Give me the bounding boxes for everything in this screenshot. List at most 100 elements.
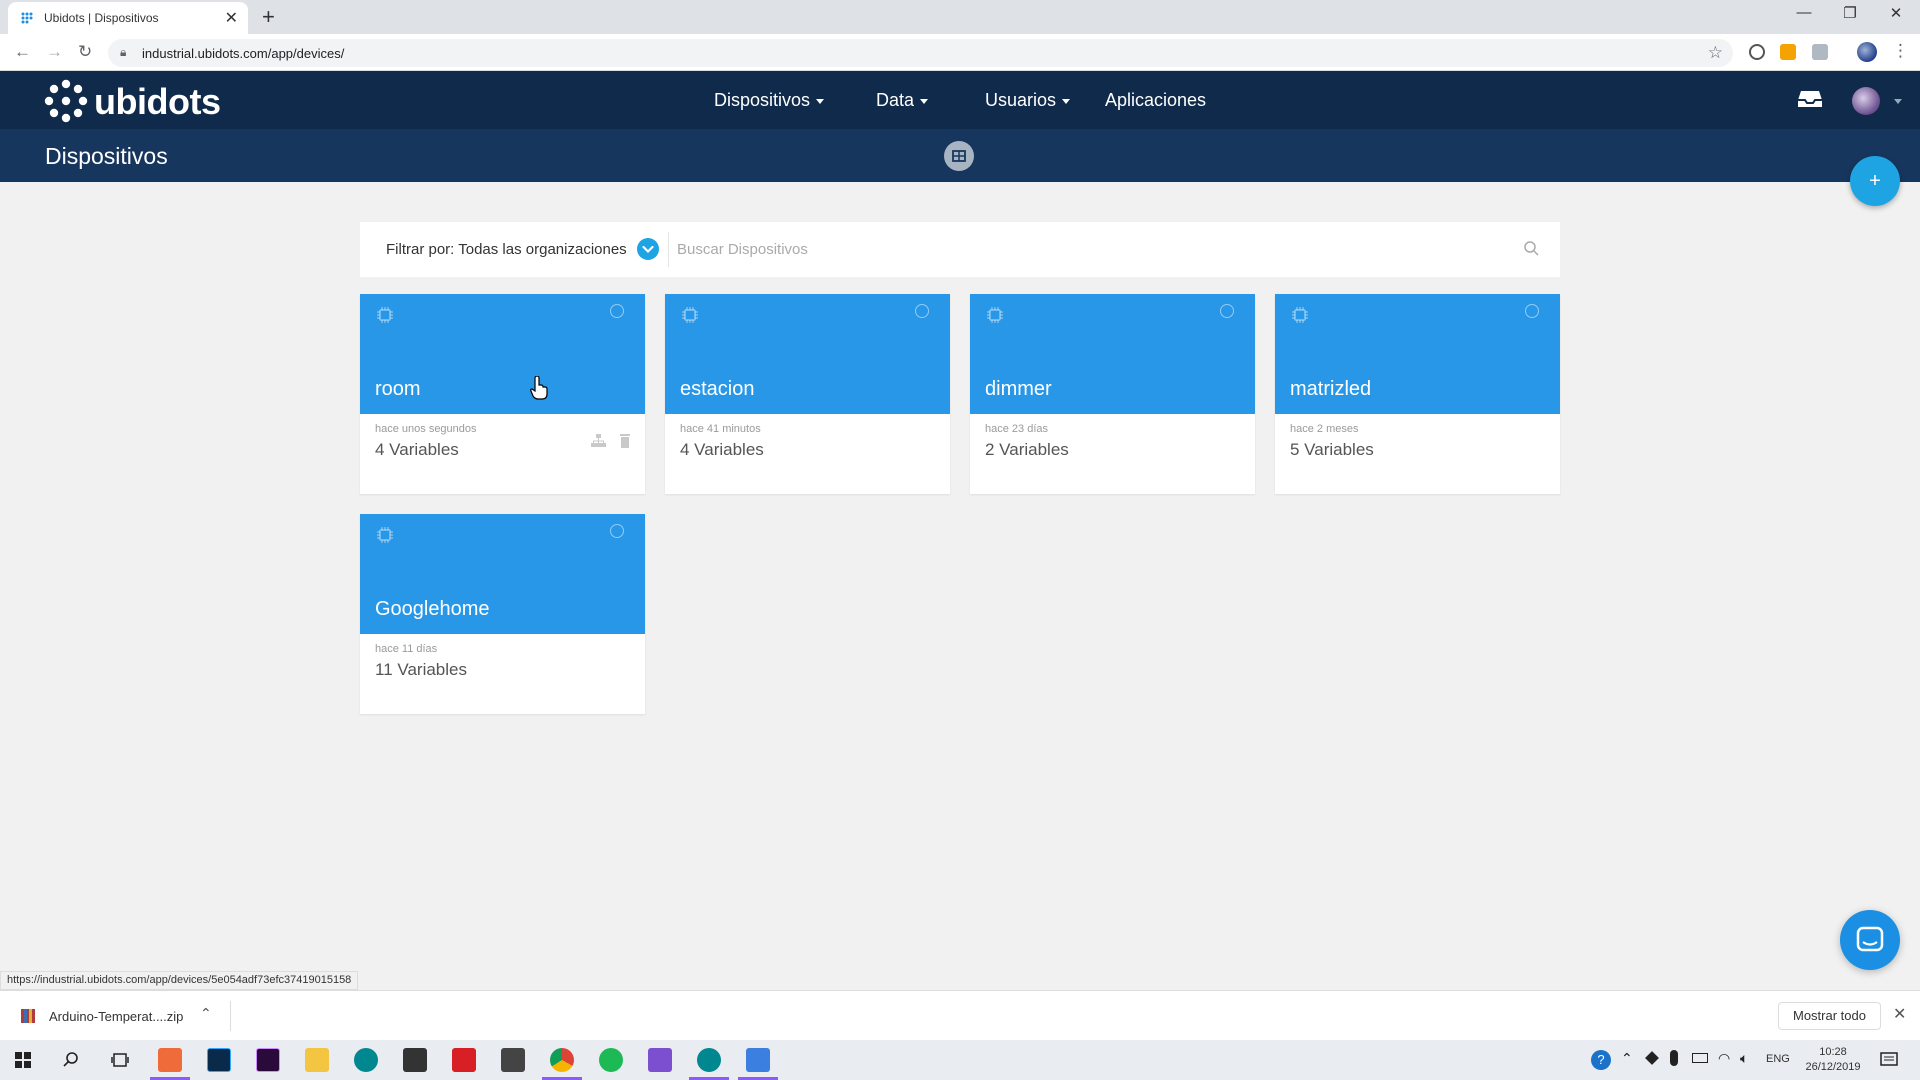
device-name: estacion (680, 378, 755, 400)
select-radio[interactable] (1525, 304, 1539, 318)
download-file-name[interactable]: Arduino-Temperat....zip (49, 1009, 183, 1024)
bookmark-star-icon[interactable]: ☆ (1708, 43, 1723, 63)
select-radio[interactable] (915, 304, 929, 318)
tab-title: Ubidots | Dispositivos (44, 11, 159, 25)
divider (230, 1001, 231, 1031)
chrome-icon[interactable] (550, 1048, 574, 1072)
extension-icon[interactable] (1780, 44, 1796, 60)
device-card-header[interactable]: room (360, 294, 645, 414)
hand-cursor-icon (530, 376, 548, 400)
link-status-url: https://industrial.ubidots.com/app/devic… (0, 971, 359, 990)
add-device-button[interactable]: + (1850, 156, 1900, 206)
profile-avatar-icon[interactable] (1857, 42, 1877, 62)
block-extension-icon[interactable] (1749, 44, 1765, 60)
variable-count: 4 Variables (680, 440, 764, 459)
file-explorer-icon[interactable] (305, 1048, 329, 1072)
user-avatar[interactable] (1852, 87, 1880, 115)
arduino-icon[interactable] (354, 1048, 378, 1072)
show-all-button[interactable]: Mostrar todo (1778, 1002, 1881, 1030)
help-icon[interactable]: ? (1591, 1050, 1611, 1070)
ubidots-logo-icon (44, 79, 88, 123)
chip-icon (682, 307, 698, 323)
device-card-header[interactable]: estacion (665, 294, 950, 414)
page-title: Dispositivos (45, 143, 168, 169)
premiere-icon[interactable] (256, 1048, 280, 1072)
browser-tab-bar: Ubidots | Dispositivos ✕ + — ❐ ✕ (0, 0, 1920, 34)
device-card-header[interactable]: dimmer (970, 294, 1255, 414)
filter-dropdown-button[interactable] (637, 238, 659, 260)
address-bar: ← → ↻ 🔒︎ industrial.ubidots.com/app/devi… (0, 34, 1920, 71)
whatsapp-icon[interactable] (648, 1048, 672, 1072)
device-card-header[interactable]: Googlehome (360, 514, 645, 634)
organization-icon (591, 434, 606, 447)
search-icon[interactable] (62, 1051, 80, 1069)
select-radio[interactable] (1220, 304, 1234, 318)
ubidots-favicon-icon (21, 12, 33, 24)
windows-taskbar: ? ⌃ ◠ 🔈︎ ENG 10:28 26/12/2019 (0, 1040, 1920, 1080)
last-activity: hace 41 minutos (680, 423, 761, 435)
device-card-googlehome[interactable]: Googlehome hace 11 días 11 Variables (360, 514, 645, 714)
forward-icon[interactable]: → (46, 42, 63, 62)
browser-menu-icon[interactable]: ⋮ (1892, 41, 1909, 61)
cloud-app-icon[interactable] (746, 1048, 770, 1072)
nav-data[interactable]: Data (876, 90, 929, 111)
nav-dispositivos[interactable]: Dispositivos (714, 90, 825, 111)
notifications-icon[interactable] (1880, 1051, 1898, 1069)
window-close-icon[interactable]: ✕ (1876, 4, 1916, 22)
dropbox-icon[interactable] (1645, 1051, 1659, 1065)
photoshop-icon[interactable] (207, 1048, 231, 1072)
nav-aplicaciones[interactable]: Aplicaciones (1105, 90, 1206, 111)
select-radio[interactable] (610, 524, 624, 538)
back-icon[interactable]: ← (14, 42, 31, 62)
search-input[interactable] (677, 232, 1497, 267)
search-icon[interactable] (1522, 239, 1542, 259)
view-toggle-button[interactable] (944, 141, 974, 171)
device-card-estacion[interactable]: estacion hace 41 minutos 4 Variables (665, 294, 950, 494)
clock-time: 10:28 (1819, 1046, 1847, 1058)
microphone-icon[interactable] (1670, 1050, 1678, 1066)
new-tab-icon[interactable]: + (262, 4, 275, 30)
chat-launcher-button[interactable] (1840, 910, 1900, 970)
task-view-icon[interactable] (111, 1051, 129, 1069)
page-header: Dispositivos (0, 129, 1920, 182)
nav-usuarios[interactable]: Usuarios (985, 90, 1071, 111)
chevron-up-icon[interactable]: ⌃ (1621, 1050, 1633, 1067)
battery-icon[interactable] (1692, 1053, 1708, 1063)
chevron-down-icon[interactable] (1894, 99, 1902, 104)
variable-count: 2 Variables (985, 440, 1069, 459)
last-activity: hace 23 días (985, 423, 1048, 435)
clock[interactable]: 10:28 26/12/2019 (1802, 1045, 1864, 1075)
chevron-down-icon (642, 245, 654, 254)
restore-icon[interactable]: ❐ (1830, 4, 1870, 22)
url-field[interactable]: 🔒︎ industrial.ubidots.com/app/devices/ ☆ (108, 39, 1733, 67)
device-card-room[interactable]: room hace unos segundos 4 Variables (360, 294, 645, 494)
tab-close-icon[interactable]: ✕ (225, 8, 238, 28)
browser-tab[interactable]: Ubidots | Dispositivos ✕ (8, 2, 248, 34)
card-actions (591, 434, 630, 448)
device-card-matrizled[interactable]: matrizled hace 2 meses 5 Variables (1275, 294, 1560, 494)
lock-icon: 🔒︎ (120, 45, 127, 59)
language-indicator[interactable]: ENG (1766, 1053, 1790, 1065)
organization-filter[interactable]: Filtrar por: Todas las organizaciones (386, 241, 627, 258)
netflix-icon[interactable] (452, 1048, 476, 1072)
app-icon-orange[interactable] (158, 1048, 182, 1072)
cast-extension-icon[interactable] (1812, 44, 1828, 60)
close-icon[interactable]: ✕ (1893, 1004, 1906, 1024)
mail-icon[interactable] (501, 1048, 525, 1072)
wifi-icon[interactable]: ◠ (1718, 1050, 1730, 1067)
device-card-header[interactable]: matrizled (1275, 294, 1560, 414)
select-radio[interactable] (610, 304, 624, 318)
chevron-up-icon[interactable]: ⌃ (200, 1005, 212, 1022)
store-icon[interactable] (403, 1048, 427, 1072)
arduino-icon[interactable] (697, 1048, 721, 1072)
chevron-down-icon (920, 98, 929, 104)
windows-start-icon[interactable] (15, 1052, 31, 1068)
reload-icon[interactable]: ↻ (78, 42, 92, 62)
minimize-icon[interactable]: — (1784, 4, 1824, 21)
volume-icon[interactable]: 🔈︎ (1740, 1050, 1748, 1067)
variable-count: 5 Variables (1290, 440, 1374, 459)
logo-text: ubidots (94, 81, 221, 122)
spotify-icon[interactable] (599, 1048, 623, 1072)
inbox-icon[interactable] (1797, 89, 1823, 109)
device-card-dimmer[interactable]: dimmer hace 23 días 2 Variables (970, 294, 1255, 494)
